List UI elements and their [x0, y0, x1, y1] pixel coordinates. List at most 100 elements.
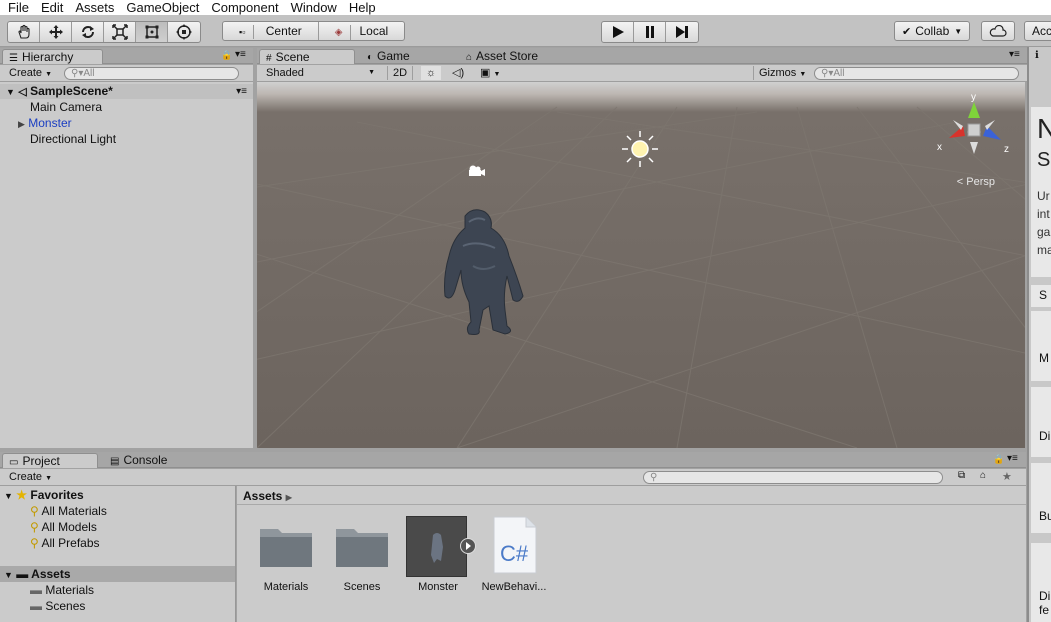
- pivot-local-toggle[interactable]: ◈ Local: [319, 22, 404, 40]
- rect-tool-button[interactable]: [136, 22, 168, 42]
- audio-toggle[interactable]: ◁): [447, 66, 469, 80]
- menu-help[interactable]: Help: [349, 0, 376, 15]
- move-icon: [48, 25, 63, 39]
- star-icon[interactable]: ★: [1002, 470, 1012, 483]
- favorites-row[interactable]: ▼ ★ Favorites: [4, 487, 84, 503]
- tab-game[interactable]: ◐ Game: [361, 49, 420, 64]
- toggle-2d-button[interactable]: 2D: [387, 66, 414, 80]
- cloud-button[interactable]: [981, 21, 1015, 41]
- menu-gameobject[interactable]: GameObject: [126, 0, 199, 15]
- camera-gizmo-icon[interactable]: [465, 164, 485, 181]
- check-circle-icon: ✔: [902, 25, 912, 38]
- expand-arrow-icon: ▶: [18, 119, 25, 129]
- project-toolbar: Create ▼ ⚲ ⧉ ⌂ ★: [0, 469, 1026, 486]
- pause-icon: [645, 26, 654, 38]
- assets-root-row[interactable]: ▼ ▬ Assets: [0, 566, 235, 582]
- tab-scene[interactable]: # Scene: [259, 49, 355, 64]
- monster-model[interactable]: [433, 206, 528, 341]
- inspector-text: fe: [1039, 603, 1050, 617]
- effects-dropdown[interactable]: ▣ ▼: [475, 66, 505, 80]
- rotate-tool-button[interactable]: [72, 22, 104, 42]
- expand-arrow-icon: ▼: [6, 87, 15, 97]
- pivot-center-toggle[interactable]: ▪▫ Center: [223, 22, 319, 40]
- store-icon: ⌂: [466, 52, 473, 63]
- scale-tool-button[interactable]: [104, 22, 136, 42]
- hierarchy-search-input[interactable]: ⚲▾All: [64, 67, 239, 80]
- project-search-input[interactable]: ⚲: [643, 471, 943, 484]
- asset-tile-new-behaviour[interactable]: C# NewBehavi...: [482, 515, 546, 593]
- expand-prefab-icon[interactable]: [460, 538, 476, 554]
- panel-menu-icon[interactable]: ▾≡: [1009, 49, 1020, 60]
- panel-menu-icon[interactable]: ▾≡: [1007, 453, 1018, 464]
- orientation-gizmo[interactable]: y x z: [929, 90, 1019, 173]
- menu-bar: File Edit Assets GameObject Component Wi…: [0, 0, 1051, 15]
- project-create-label: Create: [9, 471, 43, 483]
- scene-toolbar: Shaded ▼ 2D ☼ ◁) ▣ ▼ Gizmos ▼ ⚲▾All: [257, 65, 1027, 82]
- play-controls: [601, 21, 699, 43]
- favorite-item-label: All Prefabs: [41, 536, 100, 550]
- inspector-button[interactable]: S: [1031, 285, 1051, 307]
- favorite-item-all-materials[interactable]: ⚲ All Materials: [30, 503, 107, 519]
- rect-transform-icon: [145, 25, 158, 39]
- inspector-card: Bu: [1031, 463, 1051, 533]
- favorites-label: Favorites: [30, 488, 84, 502]
- tab-asset-store[interactable]: ⌂ Asset Store: [460, 49, 548, 64]
- hierarchy-item-directional-light[interactable]: Directional Light: [30, 131, 116, 147]
- panel-menu-icon[interactable]: ▾≡: [235, 49, 246, 60]
- tab-hierarchy[interactable]: ☰ Hierarchy: [2, 49, 103, 64]
- folder-icon: ▬: [16, 567, 29, 581]
- hand-tool-button[interactable]: [8, 22, 40, 42]
- pause-button[interactable]: [634, 22, 666, 42]
- scene-menu-icon[interactable]: ▾≡: [236, 84, 247, 99]
- project-create-button[interactable]: Create ▼: [4, 470, 57, 484]
- inspector-text: ma: [1037, 243, 1051, 257]
- gizmos-dropdown[interactable]: Gizmos ▼: [753, 66, 811, 80]
- project-tree: ▼ ★ Favorites ⚲ All Materials ⚲ All Mode…: [0, 486, 236, 622]
- inspector-text: M: [1039, 351, 1049, 365]
- tab-project[interactable]: ▭ Project: [2, 453, 98, 468]
- lock-icon[interactable]: 🔒: [221, 50, 232, 61]
- hierarchy-toolbar: Create ▼ ⚲▾All: [0, 65, 253, 82]
- tag-icon[interactable]: ⌂: [980, 470, 986, 481]
- scene-search-input[interactable]: ⚲▾All: [814, 67, 1019, 80]
- menu-edit[interactable]: Edit: [41, 0, 63, 15]
- inspector-card: Di: [1031, 387, 1051, 457]
- combined-transform-icon: [176, 24, 192, 40]
- transform-tool-button[interactable]: [168, 22, 200, 42]
- asset-folder-scenes[interactable]: ▬ Scenes: [30, 598, 85, 614]
- toggle-2d-label: 2D: [393, 67, 408, 79]
- play-button[interactable]: [602, 22, 634, 42]
- inspector-text: Ur int ga ma: [1037, 187, 1051, 259]
- pacman-icon: ◐: [367, 52, 374, 63]
- lighting-toggle[interactable]: ☼: [421, 66, 442, 80]
- scene-row[interactable]: ▼ ◁ SampleScene* ▾≡: [0, 84, 253, 99]
- perspective-toggle[interactable]: < Persp: [957, 176, 995, 188]
- step-button[interactable]: [666, 22, 698, 42]
- lock-icon[interactable]: 🔒: [993, 454, 1004, 465]
- account-label: Acc: [1032, 24, 1051, 38]
- account-dropdown[interactable]: Acc: [1024, 21, 1051, 41]
- scene-viewport[interactable]: y x z < Persp: [257, 82, 1025, 448]
- directional-light-icon[interactable]: [621, 130, 659, 171]
- menu-file[interactable]: File: [8, 0, 29, 15]
- hierarchy-create-button[interactable]: Create ▼: [4, 66, 57, 80]
- filter-type-icon[interactable]: ⧉: [958, 470, 965, 481]
- menu-component[interactable]: Component: [211, 0, 278, 15]
- local-icon: ◈: [326, 25, 352, 40]
- hierarchy-item-main-camera[interactable]: Main Camera: [30, 99, 102, 115]
- tab-console[interactable]: ▤ Console: [104, 453, 177, 468]
- menu-assets[interactable]: Assets: [75, 0, 114, 15]
- model-preview-thumbnail: [406, 516, 467, 577]
- menu-window[interactable]: Window: [291, 0, 337, 15]
- asset-tile-scenes[interactable]: Scenes: [330, 515, 394, 593]
- collab-dropdown[interactable]: ✔ Collab ▼: [894, 21, 971, 41]
- favorite-item-all-models[interactable]: ⚲ All Models: [30, 519, 97, 535]
- asset-tile-materials[interactable]: Materials: [254, 515, 318, 593]
- hierarchy-item-monster[interactable]: ▶ Monster: [18, 115, 72, 131]
- move-tool-button[interactable]: [40, 22, 72, 42]
- inspector-text: int: [1037, 207, 1050, 221]
- shading-mode-dropdown[interactable]: Shaded ▼: [261, 66, 379, 80]
- asset-folder-materials[interactable]: ▬ Materials: [30, 582, 94, 598]
- assets-breadcrumb[interactable]: Assets ▶: [243, 489, 292, 503]
- favorite-item-all-prefabs[interactable]: ⚲ All Prefabs: [30, 535, 100, 551]
